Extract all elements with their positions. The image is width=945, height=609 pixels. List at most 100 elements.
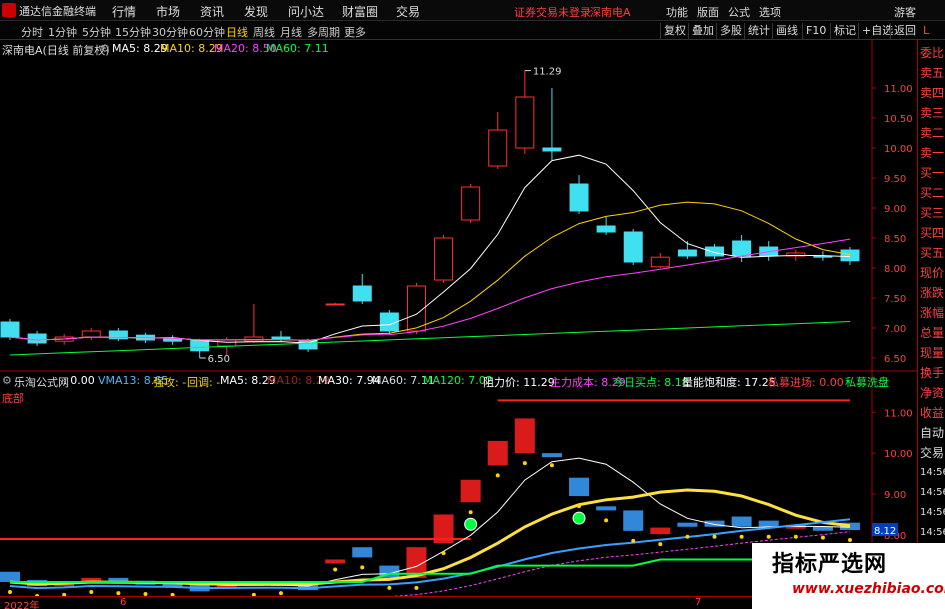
btn-fuquan[interactable]: 复权 [660, 23, 689, 39]
candle-body [461, 186, 481, 221]
sub-dot [658, 542, 663, 547]
current-price-label: 8.12 [874, 526, 896, 537]
menu-banmian[interactable]: 版面 [697, 4, 719, 20]
kline-chart[interactable]: 11.00 10.50 10.00 9.50 9.00 8.50 8.00 7.50 7.00 6… [0, 40, 917, 596]
menu-faxian[interactable]: 发现 [244, 3, 268, 20]
quote-panel-item[interactable]: 卖一 [920, 146, 944, 160]
period-30min[interactable]: 30分钟 [152, 24, 188, 40]
period-15min[interactable]: 15分钟 [115, 24, 151, 40]
sub-dot [278, 591, 283, 596]
sub-settings-icon[interactable]: ⚙ [2, 374, 12, 387]
period-more[interactable]: 更多 [344, 24, 366, 40]
menu-zixun[interactable]: 资讯 [200, 3, 224, 20]
x-label-7: 7 [695, 597, 702, 608]
quote-panel-item[interactable]: 委比 [920, 46, 944, 60]
menu-jiaoyi[interactable]: 交易 [396, 3, 420, 20]
sub-huitiao: 回调: - [187, 376, 221, 389]
quote-panel-item[interactable]: 14:56 [920, 526, 945, 540]
ma10-line [9, 201, 851, 341]
settings-icon[interactable]: ⚙ [100, 42, 110, 55]
menu-gongshi[interactable]: 公式 [728, 4, 750, 20]
quote-panel-item[interactable]: 净资 [920, 386, 944, 400]
menu-hangqing[interactable]: 行情 [112, 3, 136, 20]
sub-dot [8, 589, 12, 594]
quote-panel-item[interactable]: 买二 [920, 186, 944, 200]
quote-panel-item[interactable]: 14:56 [920, 466, 945, 480]
quote-panel-item[interactable]: 14:56 [920, 506, 945, 520]
guest-label[interactable]: 游客 [894, 4, 916, 20]
quote-panel-item[interactable]: 自动 [920, 426, 944, 440]
quote-panel-item[interactable]: 换手 [920, 366, 944, 380]
btn-fanhui[interactable]: 返回 [890, 23, 919, 39]
period-5min[interactable]: 5分钟 [82, 24, 111, 40]
sub-tick-label: 9.00 [884, 490, 906, 501]
period-1min[interactable]: 1分钟 [48, 24, 77, 40]
sub-qianggong: 强攻: - [153, 376, 187, 389]
candle-body [677, 249, 697, 257]
candle-body [542, 147, 562, 152]
sub-dot [360, 565, 365, 570]
quote-panel-item[interactable]: 现价 [920, 266, 944, 280]
sub-dot [848, 538, 852, 543]
quote-panel-item[interactable]: 总量 [920, 326, 944, 340]
quote-panel-item[interactable]: 收益 [920, 406, 944, 420]
sub-candle [812, 526, 833, 531]
main-tick-label: 8.00 [884, 264, 906, 275]
candle-body [650, 256, 670, 268]
quote-panel-item[interactable]: 卖四 [920, 86, 944, 100]
btn-f10[interactable]: F10 [802, 23, 829, 39]
sub-candle [352, 547, 373, 558]
period-60min[interactable]: 60分钟 [189, 24, 225, 40]
quote-panel-item[interactable]: 14:56 [920, 486, 945, 500]
quote-panel-item[interactable]: 买三 [920, 206, 944, 220]
sub-tick-label: 11.00 [884, 408, 913, 419]
sub-dot [631, 538, 636, 543]
sub-candle [460, 479, 481, 503]
quote-panel-item[interactable]: 涨跌 [920, 286, 944, 300]
period-fenshi[interactable]: 分时 [21, 24, 43, 40]
btn-diejia[interactable]: 叠加 [688, 23, 717, 39]
candle-body [352, 285, 372, 302]
right-l-label: L [923, 24, 930, 37]
quote-panel-item[interactable]: 卖二 [920, 126, 944, 140]
period-multi[interactable]: 多周期 [307, 24, 340, 40]
btn-huaxian[interactable]: 画线 [772, 23, 801, 39]
btn-duogu[interactable]: 多股 [716, 23, 745, 39]
candle-body [190, 339, 210, 352]
btn-tongji[interactable]: 统计 [744, 23, 773, 39]
candle-body [569, 183, 589, 212]
menu-xuanxiang[interactable]: 选项 [759, 4, 781, 20]
sub-candle [541, 453, 562, 458]
period-daily[interactable]: 日线 [226, 24, 248, 40]
sub-dot [333, 567, 338, 572]
candle-body [623, 231, 643, 263]
quote-panel-item[interactable]: 买五 [920, 246, 944, 260]
high-label: 11.29 [533, 67, 562, 78]
quote-panel-item[interactable]: 买一 [920, 166, 944, 180]
quote-panel-item[interactable]: 买四 [920, 226, 944, 240]
quote-panel-item[interactable]: 卖五 [920, 66, 944, 80]
sub-dot [414, 585, 419, 590]
menu-wenxiaoda[interactable]: 问小达 [288, 3, 324, 20]
period-weekly[interactable]: 周线 [253, 24, 275, 40]
x-label-2022: 2022年 [4, 601, 40, 609]
sub-vma-line [9, 518, 851, 590]
menu-gongneng[interactable]: 功能 [666, 4, 688, 20]
period-toolbar: 分时 1分钟 5分钟 15分钟 30分钟 60分钟 日线 周线 月线 多周期 更… [0, 22, 945, 40]
sub-simu-in: 私募进场: 0.00 [768, 376, 844, 389]
app-logo-icon [2, 3, 16, 17]
sub-legend: ⚙ 乐淘公式网 : 0.00 VMA13: 8.65 强攻: - 回调: - M… [0, 373, 910, 389]
quote-panel-item[interactable]: 交易 [920, 446, 944, 460]
menu-shichang[interactable]: 市场 [156, 3, 180, 20]
sub-dot [116, 591, 121, 596]
login-notice[interactable]: 证券交易未登录 [514, 4, 591, 20]
quote-panel-item[interactable]: 现量 [920, 346, 944, 360]
candle-body [840, 249, 860, 262]
btn-biaoji[interactable]: 标记 [830, 23, 859, 39]
menu-caifuquan[interactable]: 财富圈 [342, 3, 378, 20]
sub-v0: : 0.00 [63, 374, 95, 387]
quote-panel-item[interactable]: 涨幅 [920, 306, 944, 320]
quote-panel-item[interactable]: 卖三 [920, 106, 944, 120]
main-tick-label: 6.50 [884, 354, 906, 365]
period-monthly[interactable]: 月线 [280, 24, 302, 40]
